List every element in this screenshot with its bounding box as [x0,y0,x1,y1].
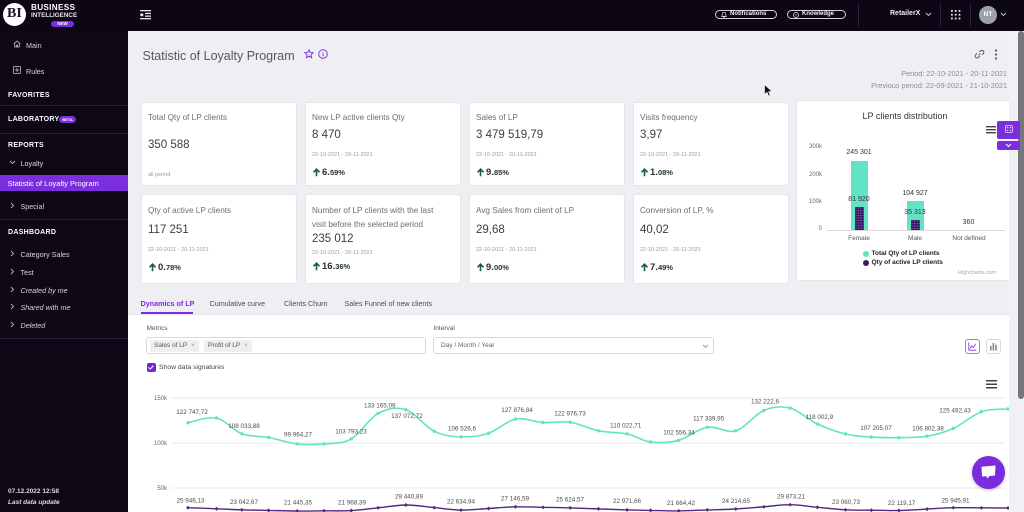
svg-text:110 022,71: 110 022,71 [610,422,642,429]
svg-text:106 802,38: 106 802,38 [912,426,944,433]
svg-text:125 492,43: 125 492,43 [939,407,971,414]
svg-text:107 205,07: 107 205,07 [860,425,892,432]
svg-text:103 793,23: 103 793,23 [335,428,367,435]
svg-text:122 976,73: 122 976,73 [554,411,586,418]
svg-text:133 165,09: 133 165,09 [364,403,396,410]
svg-text:29 440,89: 29 440,89 [395,494,424,501]
svg-text:27 146,59: 27 146,59 [501,496,530,503]
svg-text:22 634,94: 22 634,94 [447,499,476,506]
svg-text:22 119,17: 22 119,17 [888,500,916,507]
svg-text:23 042,67: 23 042,67 [230,499,259,506]
svg-text:150k: 150k [154,396,168,402]
svg-text:24 214,65: 24 214,65 [722,498,751,505]
svg-text:23 060,73: 23 060,73 [832,499,861,506]
svg-text:25 946,13: 25 946,13 [176,498,205,505]
svg-text:29 873,21: 29 873,21 [777,494,806,501]
svg-text:25 624,57: 25 624,57 [556,497,585,504]
svg-text:117 339,95: 117 339,95 [693,416,725,423]
svg-text:25 945,91: 25 945,91 [941,497,970,504]
svg-text:22 971,66: 22 971,66 [613,498,642,505]
svg-text:132 222,6: 132 222,6 [751,399,780,406]
svg-text:21 968,39: 21 968,39 [338,500,367,507]
svg-text:122 747,72: 122 747,72 [176,409,208,416]
svg-text:106 526,6: 106 526,6 [448,425,477,432]
svg-text:100k: 100k [154,441,168,447]
svg-text:108 033,88: 108 033,88 [228,423,260,430]
svg-text:99 964,27: 99 964,27 [284,432,313,439]
svg-text:137 072,72: 137 072,72 [391,413,423,420]
svg-text:21 445,35: 21 445,35 [284,500,313,507]
svg-text:21 664,42: 21 664,42 [667,500,696,507]
svg-text:50k: 50k [157,486,168,492]
svg-text:118 002,9: 118 002,9 [806,414,834,421]
svg-text:102 556,34: 102 556,34 [663,430,695,437]
svg-text:127 876,84: 127 876,84 [501,407,533,414]
